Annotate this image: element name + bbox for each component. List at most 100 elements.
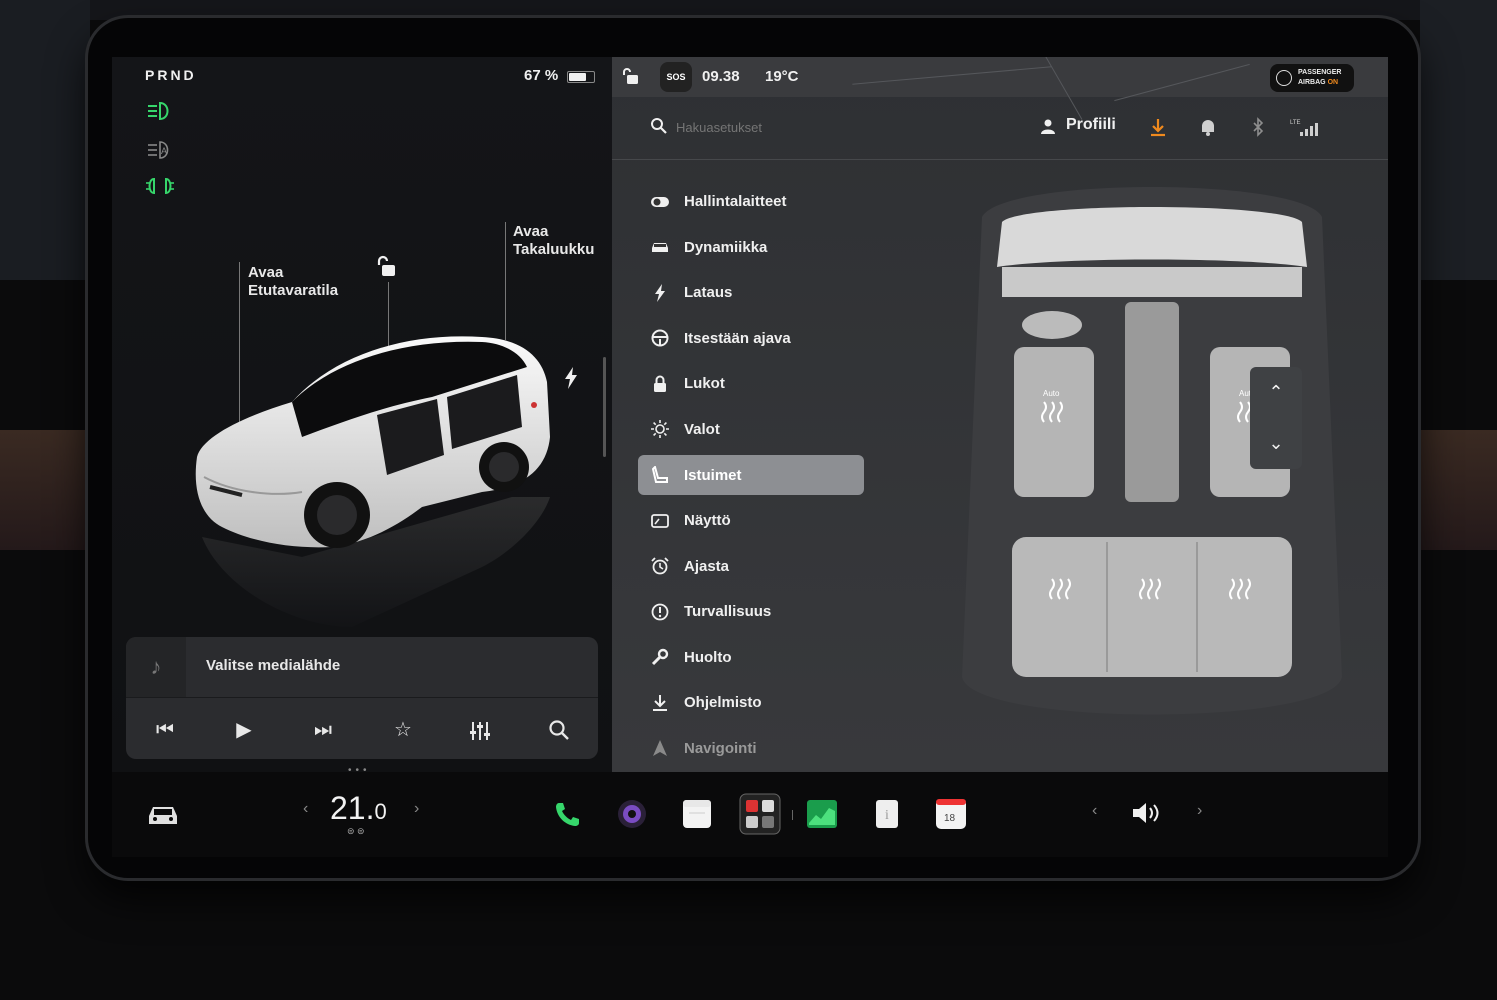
rear-seat[interactable] xyxy=(1012,537,1292,677)
car-icon[interactable] xyxy=(146,800,180,828)
menu-item-navigation[interactable]: Navigointi xyxy=(638,726,864,772)
settings-menu: Hallintalaitteet Dynamiikka Lataus Itses… xyxy=(638,179,864,771)
auto-high-beam-icon: A xyxy=(148,141,169,159)
menu-item-label: Lataus xyxy=(684,284,733,302)
menu-item-controls[interactable]: Hallintalaitteet xyxy=(638,179,864,225)
scroll-indicator xyxy=(603,357,606,457)
map-road xyxy=(1114,63,1250,102)
info-icon xyxy=(650,602,670,622)
next-track-icon[interactable]: ⏭ xyxy=(308,715,338,745)
dock-divider xyxy=(792,810,793,820)
menu-item-label: Dynamiikka xyxy=(684,238,768,256)
lock-icon xyxy=(650,374,670,394)
menu-item-seats[interactable]: Istuimet xyxy=(638,455,864,495)
settings-search-input[interactable] xyxy=(674,114,978,140)
temp-decrease-icon[interactable]: ‹ xyxy=(303,800,308,818)
menu-item-label: Hallintalaitteet xyxy=(684,193,787,211)
menu-item-dynamics[interactable]: Dynamiikka xyxy=(638,225,864,271)
menu-item-display[interactable]: Näyttö xyxy=(638,498,864,544)
alarm-icon xyxy=(650,556,670,576)
touchscreen: PRND 67 % A Avaa Etutavaratila Avaa Taka… xyxy=(112,57,1388,857)
bolt-icon xyxy=(650,283,670,303)
chevron-down-icon[interactable]: ⌄ xyxy=(1250,418,1302,469)
search-icon xyxy=(651,118,667,134)
open-trunk-button[interactable]: Avaa Takaluukku xyxy=(513,223,594,259)
temperature-whole: 21. xyxy=(330,790,375,826)
play-icon[interactable]: ▶ xyxy=(229,715,259,745)
battery-fill xyxy=(569,73,586,81)
apps-launcher-icon[interactable] xyxy=(739,793,781,835)
media-player: ♪ Valitse medialähde ⏮ ▶ ⏭ ☆ xyxy=(126,637,598,759)
media-source-selector[interactable]: ♪ Valitse medialähde xyxy=(126,637,598,698)
sun-icon xyxy=(650,419,670,439)
menu-item-safety[interactable]: Turvallisuus xyxy=(638,589,864,635)
volume-icon[interactable] xyxy=(1130,798,1164,828)
svg-text:A: A xyxy=(161,146,167,156)
equalizer-icon[interactable] xyxy=(468,719,492,743)
unlock-icon[interactable] xyxy=(375,255,399,279)
navigation-icon xyxy=(650,738,670,758)
energy-graph-icon[interactable] xyxy=(805,797,839,831)
seat-fan-icon: ⊜ ⊜ xyxy=(347,826,365,836)
music-note-icon: ♪ xyxy=(126,637,186,697)
clock: 09.38 xyxy=(702,68,740,85)
search-icon[interactable] xyxy=(548,719,570,741)
favorite-star-icon[interactable]: ☆ xyxy=(388,715,418,745)
manual-icon[interactable]: i xyxy=(870,797,904,831)
seat-icon xyxy=(650,465,670,485)
toggle-icon xyxy=(650,192,670,212)
wood-trim-right xyxy=(1420,430,1497,550)
sos-icon[interactable]: SOS xyxy=(660,62,692,92)
settings-toolbar: Profiili LTE xyxy=(612,97,1388,160)
menu-item-schedule[interactable]: Ajasta xyxy=(638,544,864,590)
notes-icon[interactable] xyxy=(680,797,714,831)
volume-up-arrow[interactable]: › xyxy=(1197,802,1202,820)
airbag-label: AIRBAG xyxy=(1298,79,1328,86)
temp-increase-icon[interactable]: › xyxy=(414,800,419,818)
open-frunk-button[interactable]: Avaa Etutavaratila xyxy=(248,264,338,300)
menu-item-locks[interactable]: Lukot xyxy=(638,361,864,407)
trunk-label-line2: Takaluukku xyxy=(513,241,595,258)
airbag-label-line2: AIRBAG ON xyxy=(1298,79,1338,86)
map-road xyxy=(852,66,1052,85)
user-icon xyxy=(1041,119,1055,134)
temperature-decimal: 0 xyxy=(374,799,387,824)
outside-temperature: 19°C xyxy=(765,68,799,85)
camera-icon[interactable] xyxy=(615,797,649,831)
battery-icon xyxy=(567,71,595,83)
volume-down-arrow[interactable]: ‹ xyxy=(1092,802,1097,820)
display-icon xyxy=(650,511,670,531)
bluetooth-icon[interactable] xyxy=(1248,117,1268,137)
download-icon[interactable] xyxy=(1148,117,1168,137)
notification-bell-icon[interactable] xyxy=(1198,117,1218,137)
menu-item-service[interactable]: Huolto xyxy=(638,635,864,681)
menu-item-label: Istuimet xyxy=(684,466,742,484)
phone-icon[interactable] xyxy=(550,797,584,831)
wrench-icon xyxy=(650,647,670,667)
calendar-icon[interactable]: 18 xyxy=(934,797,968,831)
frunk-label-line1: Avaa xyxy=(248,264,284,281)
background-right xyxy=(1420,0,1497,280)
menu-item-label: Valot xyxy=(684,420,720,438)
menu-item-charging[interactable]: Lataus xyxy=(638,270,864,316)
chevron-up-icon[interactable]: ⌃ xyxy=(1250,367,1302,418)
front-left-seat-mode: Auto xyxy=(1043,389,1060,398)
trunk-pointer-line xyxy=(505,222,506,340)
previous-track-icon[interactable]: ⏮ xyxy=(150,715,180,745)
car-status-panel: PRND 67 % A Avaa Etutavaratila Avaa Taka… xyxy=(112,57,612,776)
airbag-icon xyxy=(1276,70,1292,86)
cabin-temperature[interactable]: 21.0 xyxy=(330,790,387,827)
status-bar: SOS 09.38 19°C PASSENGER AIRBAG ON xyxy=(612,57,1388,120)
driver-seat[interactable] xyxy=(1014,347,1094,497)
menu-item-lights[interactable]: Valot xyxy=(638,407,864,453)
svg-text:i: i xyxy=(885,808,889,823)
steering-wheel-icon xyxy=(650,328,670,348)
menu-item-autopilot[interactable]: Itsestään ajava xyxy=(638,316,864,362)
bottom-dock: ‹ 21.0 › ⊜ ⊜ i 18 ‹ › xyxy=(112,772,1388,857)
menu-item-software[interactable]: Ohjelmisto xyxy=(638,680,864,726)
profile-label: Profiili xyxy=(1066,116,1116,133)
car-image xyxy=(195,336,550,627)
download-icon xyxy=(650,693,670,713)
trunk-label-line1: Avaa xyxy=(513,223,549,240)
unlocked-icon[interactable] xyxy=(622,67,640,85)
